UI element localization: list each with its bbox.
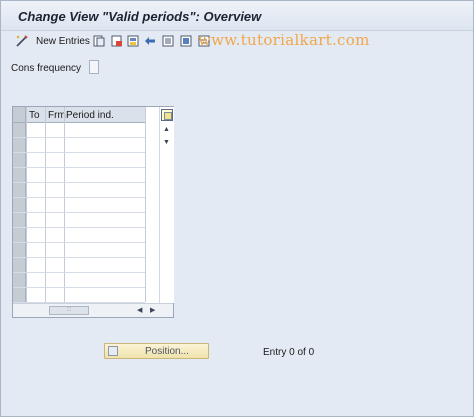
table-settings-icon[interactable]: [161, 109, 173, 121]
row-selector[interactable]: [13, 168, 26, 182]
page-title: Change View "Valid periods": Overview: [18, 9, 262, 24]
table-row[interactable]: [13, 183, 145, 198]
select-all-icon[interactable]: [161, 34, 175, 48]
table-header: To Frm Period ind.: [13, 107, 145, 123]
watermark-text: www.tutorialkart.com: [198, 31, 370, 49]
row-selector[interactable]: [13, 228, 26, 242]
column-header-period-ind[interactable]: Period ind.: [66, 110, 114, 121]
table-row[interactable]: [13, 288, 145, 303]
position-button-label: Position...: [145, 346, 189, 357]
vertical-scrollbar[interactable]: [159, 107, 174, 303]
scroll-right-icon[interactable]: ▶: [150, 307, 155, 314]
scroll-down-icon[interactable]: ▼: [163, 139, 170, 146]
column-header-to[interactable]: To: [29, 110, 40, 121]
select-all-cell[interactable]: [13, 107, 26, 122]
row-selector[interactable]: [13, 273, 26, 287]
table-row[interactable]: [13, 228, 145, 243]
undo-icon[interactable]: [143, 34, 157, 48]
cons-frequency-label: Cons frequency: [11, 63, 82, 74]
table-row[interactable]: [13, 213, 145, 228]
display-change-icon[interactable]: [15, 34, 29, 48]
save-as-icon[interactable]: [126, 34, 140, 48]
cons-frequency-field[interactable]: [89, 60, 99, 74]
row-selector[interactable]: [13, 138, 26, 152]
row-selector[interactable]: [13, 123, 26, 137]
row-selector[interactable]: [13, 183, 26, 197]
horizontal-scroll-thumb[interactable]: :::: [49, 306, 89, 315]
table-row[interactable]: [13, 123, 145, 138]
table-row[interactable]: [13, 153, 145, 168]
row-selector[interactable]: [13, 213, 26, 227]
new-entries-button[interactable]: New Entries: [36, 36, 90, 47]
row-selector[interactable]: [13, 198, 26, 212]
select-block-icon[interactable]: [179, 34, 193, 48]
row-selector[interactable]: [13, 153, 26, 167]
table-row[interactable]: [13, 198, 145, 213]
table-row[interactable]: [13, 258, 145, 273]
position-icon: [108, 346, 118, 356]
entry-count-text: Entry 0 of 0: [263, 347, 315, 358]
other-view-icon[interactable]: [92, 34, 106, 48]
row-selector[interactable]: [13, 243, 26, 257]
title-bar: Change View "Valid periods": Overview: [1, 1, 473, 31]
valid-periods-table: To Frm Period ind. ▲ ▼ ::: ◀ ▶: [12, 106, 174, 318]
table-row[interactable]: [13, 168, 145, 183]
table-row[interactable]: [13, 138, 145, 153]
row-selector[interactable]: [13, 258, 26, 272]
table-row[interactable]: [13, 243, 145, 258]
sap-window: Change View "Valid periods": Overview Ne…: [0, 0, 474, 417]
scroll-left-icon[interactable]: ◀: [137, 307, 142, 314]
copy-icon[interactable]: [110, 34, 124, 48]
row-selector[interactable]: [13, 288, 26, 302]
table-row[interactable]: [13, 273, 145, 288]
column-divider: [145, 107, 146, 302]
position-button[interactable]: Position...: [104, 343, 209, 359]
scroll-up-icon[interactable]: ▲: [163, 126, 170, 133]
horizontal-scrollbar[interactable]: ::: ◀ ▶: [13, 303, 173, 317]
